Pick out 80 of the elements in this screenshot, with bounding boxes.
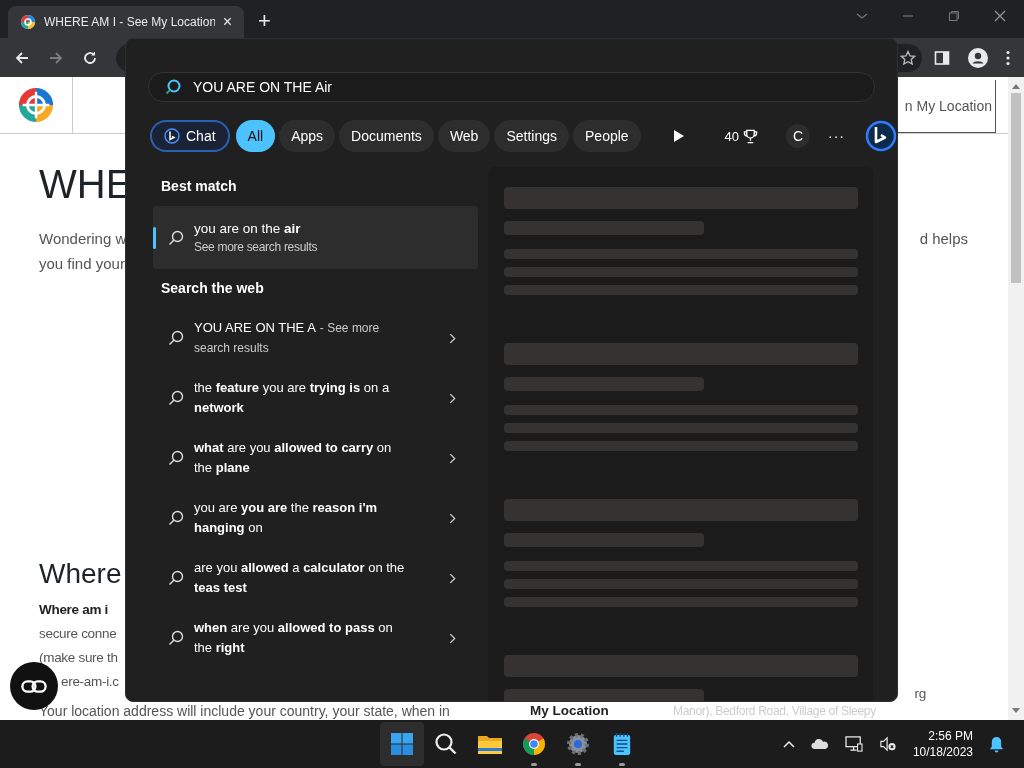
body-text: secure conne xyxy=(39,625,117,643)
search-icon xyxy=(168,450,184,466)
scroll-up-icon[interactable] xyxy=(1012,83,1020,89)
cloud-icon[interactable] xyxy=(810,738,829,750)
loop-icon xyxy=(21,679,47,693)
speaker-muted-icon[interactable] xyxy=(878,736,897,752)
search-icon xyxy=(168,510,184,526)
star-icon[interactable] xyxy=(900,49,916,66)
tab-close-button[interactable]: × xyxy=(222,13,232,31)
filter-tab[interactable]: Web xyxy=(437,120,491,152)
filter-tab[interactable]: Documents xyxy=(339,120,434,152)
search-icon xyxy=(165,79,181,95)
filter-tab[interactable]: Apps xyxy=(279,120,336,152)
section-label: Search the web xyxy=(160,279,265,298)
chevron-right-icon xyxy=(449,332,456,344)
windows-logo-icon xyxy=(390,732,414,756)
web-suggestion[interactable]: YOU ARE ON THE A - See more search results xyxy=(153,308,478,368)
chat-tab[interactable]: Chat xyxy=(150,120,230,152)
body-text: Your location address will include your country, your state, when in xyxy=(39,703,451,719)
gear-icon xyxy=(566,732,590,756)
best-match-item[interactable]: you are on the air See more search results xyxy=(153,206,478,269)
web-suggestion[interactable]: the feature you are trying is on a network xyxy=(153,368,478,428)
profile-icon[interactable] xyxy=(968,47,988,68)
chrome-logo-icon xyxy=(522,732,546,756)
clock-time[interactable]: 2:56 PM xyxy=(928,728,973,744)
web-suggestion[interactable]: when are you allowed to pass on the right xyxy=(153,608,478,668)
filter-tab[interactable]: All xyxy=(235,120,276,152)
body-text: Where am i xyxy=(39,601,109,619)
more-button[interactable]: ··· xyxy=(828,128,846,144)
body-text: ere-am-i.c xyxy=(61,673,119,691)
play-icon[interactable] xyxy=(672,129,685,143)
clock-date[interactable]: 10/18/2023 xyxy=(912,744,973,760)
back-icon[interactable] xyxy=(14,49,30,66)
scroll-down-icon[interactable] xyxy=(1012,708,1020,714)
side-panel-icon[interactable] xyxy=(934,49,950,66)
body-text: (make sure th xyxy=(39,649,118,667)
tab-title: WHERE AM I - See My Location xyxy=(44,15,215,29)
chevron-right-icon xyxy=(449,632,456,644)
web-suggestion[interactable]: what are you allowed to carry on the plane xyxy=(153,428,478,488)
chevron-up-icon[interactable] xyxy=(782,740,795,748)
restore-icon[interactable] xyxy=(948,10,960,22)
folder-icon xyxy=(477,733,503,755)
search-field[interactable]: YOU ARE ON THE Air xyxy=(148,72,875,102)
search-icon xyxy=(168,570,184,586)
chevron-right-icon xyxy=(449,572,456,584)
intro-text: you find your xyxy=(39,254,125,274)
search-icon xyxy=(168,630,184,646)
new-tab-button[interactable]: + xyxy=(258,8,271,34)
notepad-icon xyxy=(612,732,632,756)
search-icon xyxy=(168,390,184,406)
filter-tab[interactable]: People xyxy=(573,120,641,152)
web-suggestion[interactable]: are you allowed a calculator on the teas test xyxy=(153,548,478,608)
section-heading: Where xyxy=(39,557,122,591)
crosshair-logo-icon[interactable] xyxy=(17,86,55,124)
intro-text: d helps xyxy=(919,229,968,249)
monitor-icon[interactable] xyxy=(844,736,863,752)
search-icon xyxy=(434,732,458,756)
globe-logo-icon xyxy=(20,14,36,30)
body-text: My Location xyxy=(530,703,610,719)
points-count[interactable]: 40 xyxy=(724,128,740,144)
trophy-icon[interactable] xyxy=(743,128,759,144)
scroll-thumb[interactable] xyxy=(1011,93,1021,283)
filter-tab[interactable]: Settings xyxy=(494,120,569,152)
bell-icon[interactable] xyxy=(989,735,1004,753)
copilot-logo-icon[interactable] xyxy=(865,120,897,152)
search-icon xyxy=(168,330,184,346)
close-icon[interactable] xyxy=(994,10,1006,22)
reload-icon[interactable] xyxy=(82,49,98,66)
web-suggestion[interactable]: you are you are the reason i'm hanging on xyxy=(153,488,478,548)
browser-tab[interactable]: WHERE AM I - See My Location × xyxy=(8,6,244,38)
chevron-right-icon xyxy=(449,452,456,464)
section-label: Best match xyxy=(160,177,238,196)
chevron-right-icon xyxy=(449,392,456,404)
scrollbar[interactable] xyxy=(1008,77,1024,720)
copilot-logo-icon xyxy=(164,128,180,144)
menu-icon[interactable] xyxy=(1006,49,1010,66)
chevron-right-icon xyxy=(449,512,456,524)
search-icon xyxy=(168,229,184,246)
account-avatar[interactable]: C xyxy=(786,124,811,148)
body-text: rg xyxy=(914,685,926,703)
